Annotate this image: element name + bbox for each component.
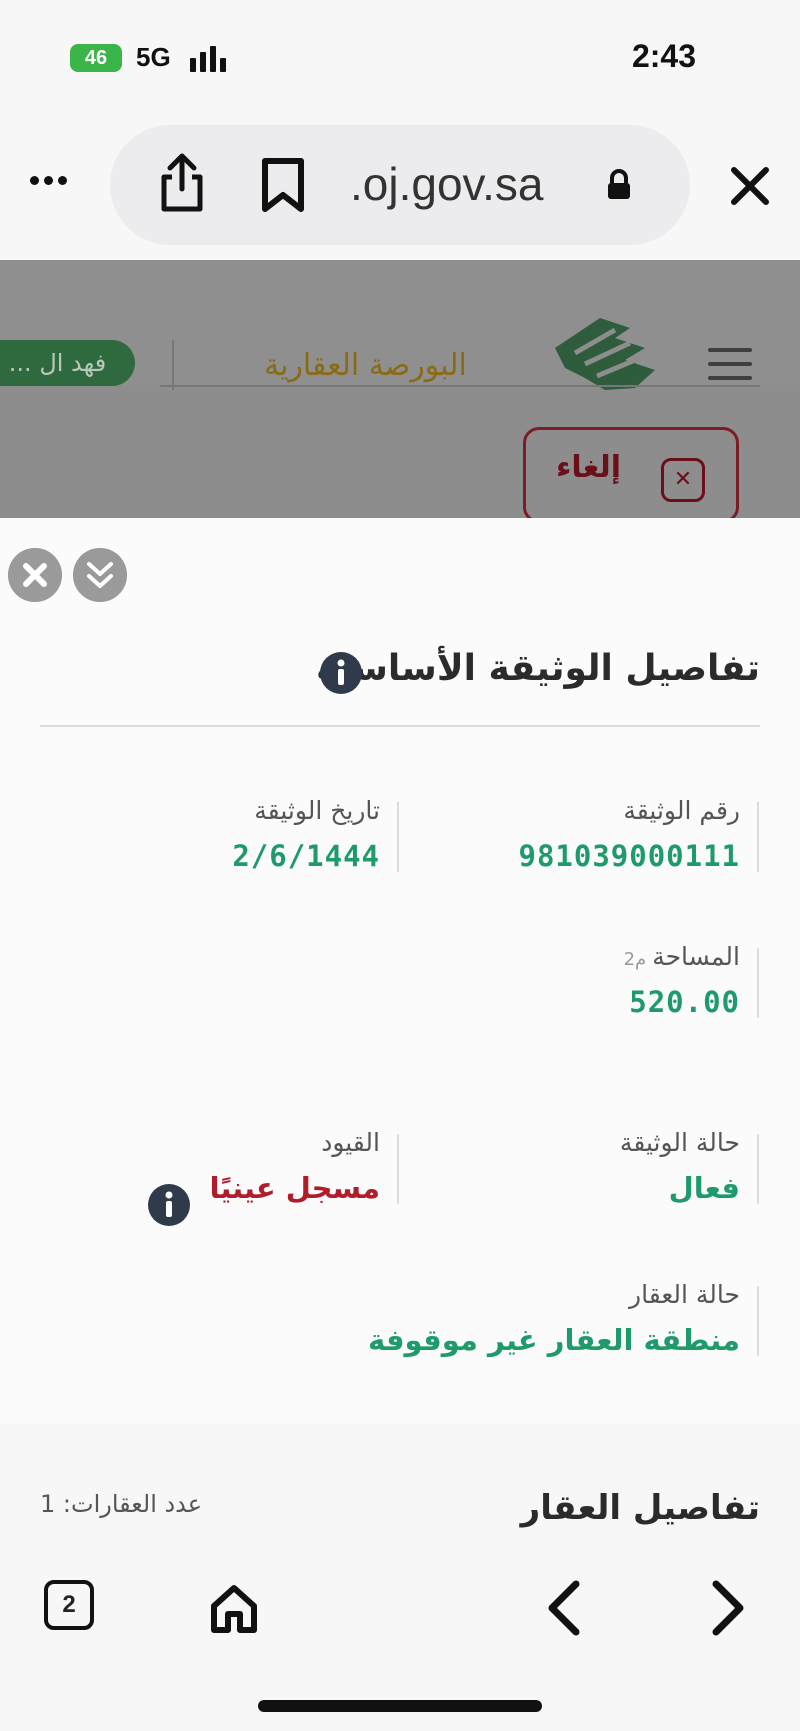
restrictions-label: القيود xyxy=(321,1128,380,1157)
close-icon[interactable] xyxy=(730,166,770,206)
area-field: المساحةم2 520.00 xyxy=(624,942,740,1019)
share-icon[interactable] xyxy=(158,153,206,213)
restrictions-value: مسجل عينيًا xyxy=(209,1171,380,1205)
clock: 2:43 xyxy=(631,38,696,74)
lock-icon xyxy=(608,169,630,199)
hamburger-menu-icon[interactable] xyxy=(708,348,752,390)
address-bar[interactable]: .oj.gov.sa xyxy=(110,125,690,245)
chevron-double-down-icon[interactable] xyxy=(73,548,127,602)
property-count: عدد العقارات: 1 xyxy=(40,1490,203,1518)
doc-status-field: حالة الوثيقة فعال xyxy=(620,1128,740,1205)
document-details-sheet: تفاصيل الوثيقة الأساسية رقم الوثيقة 9810… xyxy=(0,518,800,1424)
info-icon[interactable] xyxy=(320,652,362,694)
url-text: .oj.gov.sa xyxy=(350,158,544,210)
browser-toolbar: 2 xyxy=(0,1560,800,1731)
user-menu-button[interactable]: فهد ال ... xyxy=(0,340,135,386)
doc-number-field: رقم الوثيقة 981039000111 xyxy=(518,796,740,873)
doc-date-field: تاريخ الوثيقة 2/6/1444 xyxy=(232,796,380,873)
property-status-field: حالة العقار منطقة العقار غير موقوفة xyxy=(368,1280,740,1357)
network-type: 5G xyxy=(136,42,171,72)
logo-text: البورصة العقارية xyxy=(264,348,467,383)
home-indicator xyxy=(258,1700,542,1712)
site-header: البورصة العقارية فهد ال ... إلغاء ✕ xyxy=(0,260,800,518)
property-details-title: تفاصيل العقار xyxy=(520,1488,760,1528)
section-title: تفاصيل الوثيقة الأساسية xyxy=(315,648,760,689)
cancel-button[interactable]: إلغاء ✕ xyxy=(523,427,739,518)
info-icon[interactable] xyxy=(148,1184,190,1226)
area-label: المساحة xyxy=(652,942,740,971)
doc-date-value: 2/6/1444 xyxy=(232,839,380,873)
property-status-label: حالة العقار xyxy=(629,1280,740,1309)
area-value: 520.00 xyxy=(629,985,740,1019)
doc-status-label: حالة الوثيقة xyxy=(619,1128,740,1157)
property-details-bar[interactable]: تفاصيل العقار عدد العقارات: 1 xyxy=(0,1440,800,1560)
home-icon[interactable] xyxy=(208,1582,260,1634)
doc-date-label: تاريخ الوثيقة xyxy=(254,796,380,825)
status-bar: 46 5G 2:43 xyxy=(0,0,800,110)
cancel-label: إلغاء xyxy=(556,450,622,485)
chevron-right-icon[interactable] xyxy=(702,1578,752,1638)
close-icon: ✕ xyxy=(661,458,705,502)
more-options-button[interactable] xyxy=(30,170,80,200)
doc-number-label: رقم الوثيقة xyxy=(623,796,740,825)
doc-status-value: فعال xyxy=(668,1171,740,1205)
restrictions-field: القيود مسجل عينيًا xyxy=(209,1128,380,1205)
property-status-value: منطقة العقار غير موقوفة xyxy=(367,1323,740,1357)
battery-indicator: 46 xyxy=(70,44,122,72)
chevron-left-icon[interactable] xyxy=(540,1578,590,1638)
area-unit: م2 xyxy=(623,949,647,970)
browser-url-bar: .oj.gov.sa xyxy=(0,110,800,260)
tabs-button[interactable]: 2 xyxy=(44,1580,94,1630)
signal-icon xyxy=(190,46,230,72)
close-sheet-icon[interactable] xyxy=(8,548,62,602)
bookmark-icon[interactable] xyxy=(260,157,306,213)
doc-number-value: 981039000111 xyxy=(518,839,740,873)
